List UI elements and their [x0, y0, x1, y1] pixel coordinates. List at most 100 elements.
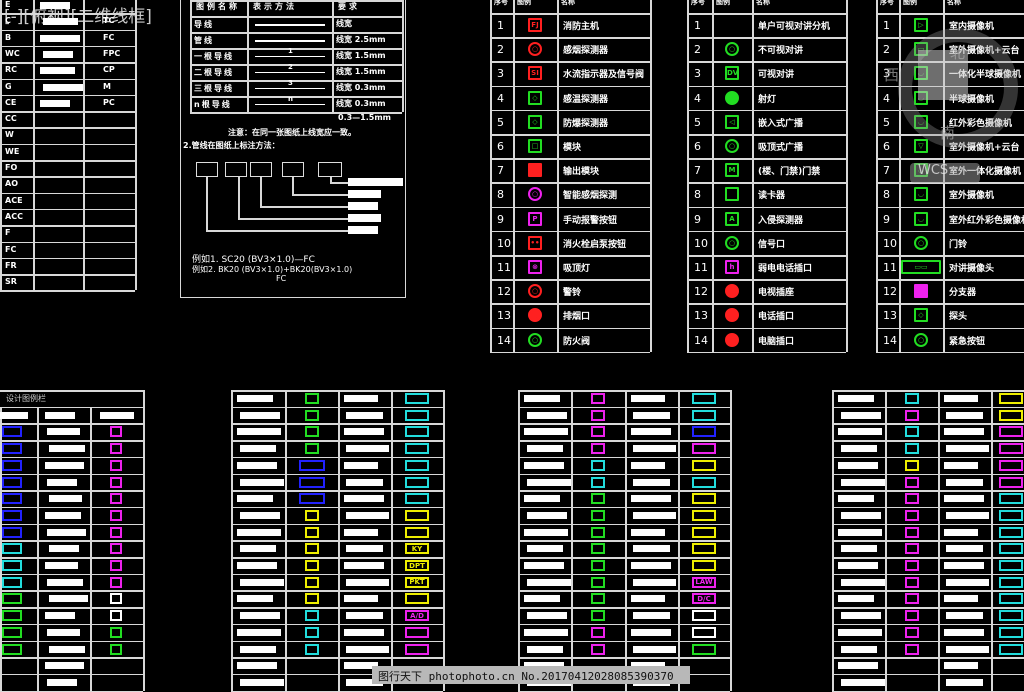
item-name: 感温探测器 [563, 94, 609, 105]
line-type-name: 三根导线 [194, 84, 234, 93]
line-legend-note: 注意：在同一张图纸上线宽应一致。 [228, 128, 356, 137]
item-number: 1 [694, 19, 701, 32]
device-symbol-icon [904, 543, 919, 555]
redacted-name [841, 445, 877, 453]
redacted-name [527, 545, 563, 553]
redacted-name [633, 612, 670, 620]
legend-header-col [899, 0, 901, 13]
legend-table-2-row-line [687, 327, 846, 330]
device-symbol-icon [405, 509, 429, 521]
legend-symbol-icon: ■ [914, 284, 928, 299]
redacted-name [237, 628, 281, 636]
redacted-name [344, 461, 378, 469]
redacted-description [43, 83, 83, 91]
redacted-name [240, 411, 280, 419]
line-legend-row-line [190, 16, 402, 18]
code-table-col-line [0, 0, 2, 291]
line-sample [255, 72, 325, 73]
symbol-table-3-row-line [518, 440, 730, 442]
legend-table-3-col-line [876, 13, 878, 352]
code-left: B [5, 32, 12, 42]
symbol-table-2-col-line [338, 390, 340, 691]
legend-symbol-icon: ● [725, 332, 739, 347]
symbol-table-3-row-line [518, 623, 730, 626]
redacted-name [344, 562, 384, 569]
symbol-table-4-row-line [832, 623, 1024, 626]
item-name: 入侵探测器 [758, 215, 804, 226]
item-number: 4 [883, 91, 890, 105]
device-symbol-icon [692, 560, 716, 571]
design-legend-row-line [0, 423, 143, 425]
item-name: 手动报警按钮 [563, 215, 618, 226]
redacted-name [47, 428, 80, 436]
device-symbol-icon [591, 610, 605, 622]
redacted-name [946, 678, 983, 686]
redacted-name [838, 461, 878, 469]
redacted-name [100, 411, 134, 419]
symbol-table-2-row-line [231, 557, 443, 559]
code-left: E [5, 0, 11, 9]
legend-symbol-icon: ◇ [914, 308, 928, 323]
device-symbol-icon [692, 493, 716, 505]
item-name: 防爆探测器 [563, 118, 609, 129]
symbol-table-2-col-line [443, 390, 445, 691]
device-symbol-icon: D/C [692, 593, 716, 605]
redacted-name [841, 645, 877, 653]
item-name: 消火栓启泵按钮 [563, 239, 627, 250]
code-left: RC [5, 65, 18, 75]
design-legend-row-line [0, 440, 143, 442]
legend-symbol-icon: ▷ [914, 18, 928, 32]
legend-header: 图例 [716, 0, 730, 6]
legend-symbol-icon: ○ [528, 284, 542, 299]
legend-symbol-icon: ⊗ [528, 260, 542, 274]
device-symbol-icon [2, 426, 22, 438]
line-type-name: 导线 [194, 20, 214, 29]
symbol-table-4-row-line [832, 523, 1024, 526]
redacted-name [346, 545, 383, 553]
device-symbol-icon [998, 409, 1023, 421]
line-legend-col-line [247, 0, 249, 112]
legend-symbol-icon: ◡ [914, 187, 928, 202]
wcs-menu[interactable]: WCS [910, 163, 980, 183]
item-name: 智能感烟探测 [563, 191, 618, 202]
legend-symbol-icon: ● [725, 284, 739, 299]
symbol-table-2-row-line [231, 390, 443, 392]
redacted-name [841, 678, 885, 686]
code-table-row-line [0, 241, 135, 243]
symbol-table-2-row-line [231, 573, 443, 576]
compass-north[interactable]: 北 [950, 42, 965, 63]
device-symbol-icon [2, 459, 22, 471]
legend-symbol-icon: □ [528, 139, 542, 153]
line-sample [255, 40, 325, 42]
symbol-table-2-row-line [231, 473, 443, 475]
device-symbol-icon [405, 526, 429, 538]
code-left: F [5, 228, 11, 238]
redacted-name [346, 445, 389, 453]
redacted-name [631, 528, 665, 536]
code-table-row-line [0, 225, 135, 227]
item-name: 吸顶式广播 [758, 143, 804, 153]
device-symbol-icon [110, 560, 122, 571]
item-name: 感烟探测器 [563, 46, 609, 57]
compass-south[interactable]: 南 [940, 122, 955, 143]
redacted-description [40, 2, 70, 9]
redacted-name [633, 545, 670, 553]
legend-symbol-icon: h [725, 260, 739, 274]
redacted-name [346, 612, 383, 620]
redacted-name [237, 395, 273, 402]
legend-symbol-icon: FJ [528, 18, 542, 32]
legend-table-3-col-line [899, 13, 901, 352]
code-table-row-line [0, 274, 135, 276]
compass-west[interactable]: 西 [884, 64, 899, 85]
item-number: 6 [694, 140, 701, 153]
item-number: 9 [497, 212, 504, 226]
device-symbol-icon [591, 443, 605, 455]
redacted-name [45, 511, 81, 519]
item-name: 信号口 [758, 239, 786, 250]
redacted-name [49, 595, 88, 603]
device-symbol-icon [692, 626, 716, 638]
redacted-name [946, 445, 989, 453]
symbol-table-3-row-line [518, 573, 730, 576]
device-symbol-icon [2, 610, 22, 622]
device-symbol-icon [2, 626, 22, 638]
